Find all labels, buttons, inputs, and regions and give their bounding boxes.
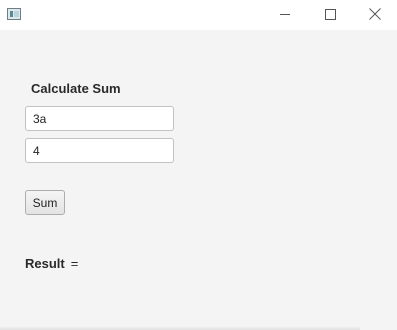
close-button[interactable]	[352, 0, 397, 30]
maximize-icon	[325, 9, 336, 20]
maximize-button[interactable]	[308, 0, 354, 30]
sum-button[interactable]: Sum	[25, 190, 65, 215]
minimize-icon	[280, 14, 290, 15]
result-row: Result =	[25, 256, 82, 272]
result-equals-sign: =	[70, 256, 79, 271]
bottom-edge-shadow	[0, 326, 360, 330]
title-bar	[0, 0, 397, 30]
minimize-button[interactable]	[262, 0, 308, 30]
close-icon	[369, 8, 381, 20]
first-number-input[interactable]	[25, 106, 174, 131]
second-number-input[interactable]	[25, 138, 174, 163]
calculate-sum-heading: Calculate Sum	[31, 81, 121, 96]
result-label: Result	[25, 256, 65, 271]
app-window: Calculate Sum Sum Result =	[0, 0, 397, 330]
app-icon	[7, 8, 21, 20]
